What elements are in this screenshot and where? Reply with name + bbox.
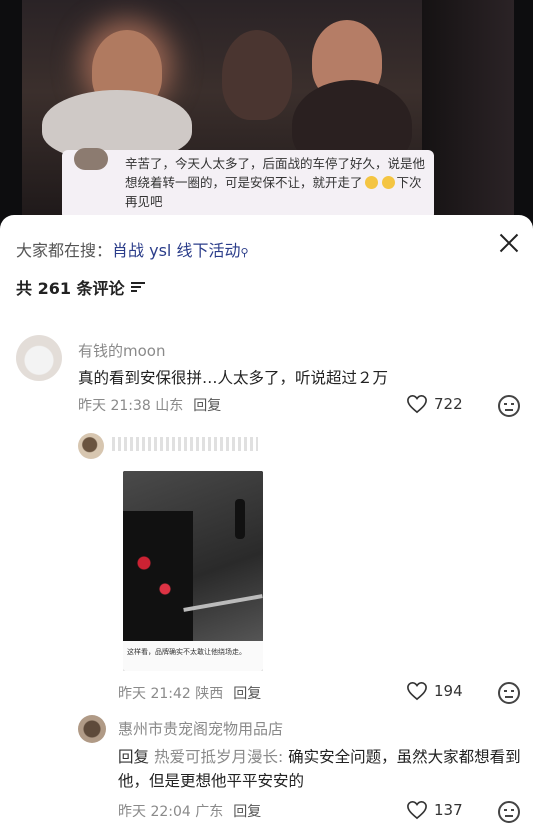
search-suggestion[interactable]: 大家都在搜：肖战 ysl 线下活动⚲ <box>16 237 249 261</box>
close-icon[interactable] <box>499 233 519 253</box>
comment-meta: 昨天 22:04 广东 回复 <box>118 801 261 821</box>
comment-image[interactable]: 这样看，品牌确实不太敢让他绕场走。 <box>123 471 263 671</box>
video-caption-text: 辛苦了，今天人太多了，后面战的车停了好久，说是他想绕着转一圈的，可是安保不让，就… <box>125 154 425 211</box>
dislike-face-icon[interactable] <box>498 801 520 823</box>
comment-username[interactable]: 有钱的moon <box>78 340 165 361</box>
like-count: 722 <box>434 395 463 413</box>
comment-text: 真的看到安保很拼…人太多了，听说超过２万 <box>78 369 389 387</box>
caption-avatar <box>74 148 108 170</box>
comment-username[interactable]: 惠州市贵宠阁宠物用品店 <box>118 718 283 739</box>
comment-count-header: 共 261 条评论 <box>16 275 145 299</box>
sort-filter-icon[interactable] <box>130 281 145 293</box>
reply-prefix: 回复 <box>118 748 150 766</box>
comment-time-location: 昨天 21:38 山东 <box>78 398 184 414</box>
blurred-username <box>112 437 258 451</box>
photo-figure <box>235 499 245 539</box>
avatar[interactable] <box>78 715 106 743</box>
comment-meta: 昨天 21:42 陕西 回复 <box>118 683 261 703</box>
like-count: 194 <box>434 682 463 700</box>
comment-time-location: 昨天 22:04 广东 <box>118 804 224 820</box>
image-caption: 这样看，品牌确实不太敢让他绕场走。 <box>123 641 263 671</box>
reply-button[interactable]: 回复 <box>233 686 261 702</box>
caption-main: 辛苦了，今天人太多了，后面战的车停了好久，说是他想绕着转一圈的，可是安保不让，就… <box>125 156 426 190</box>
reply-button[interactable]: 回复 <box>193 398 221 414</box>
comment-meta: 昨天 21:38 山东 回复 <box>78 395 221 415</box>
heart-icon <box>407 800 427 820</box>
smile-emoji-icon <box>364 176 378 189</box>
comment-count: 共 261 条评论 <box>16 279 125 298</box>
search-keyword-link[interactable]: 肖战 ysl 线下活动 <box>112 241 240 260</box>
smile-emoji-icon-2 <box>381 176 395 189</box>
dislike-face-icon[interactable] <box>498 682 520 704</box>
search-icon: ⚲ <box>240 246 249 259</box>
heart-icon <box>407 681 427 701</box>
reply-button[interactable]: 回复 <box>233 804 261 820</box>
like-button[interactable]: 722 <box>406 394 463 414</box>
dislike-face-icon[interactable] <box>498 395 520 417</box>
video-player[interactable]: 辛苦了，今天人太多了，后面战的车停了好久，说是他想绕着转一圈的，可是安保不让，就… <box>0 0 533 230</box>
like-count: 137 <box>434 801 463 819</box>
video-person-middle <box>222 30 292 120</box>
video-car-door <box>422 0 514 230</box>
comments-sheet: 大家都在搜：肖战 ysl 线下活动⚲ 共 261 条评论 有钱的moon 真的看… <box>0 215 533 824</box>
avatar[interactable] <box>78 433 104 459</box>
search-prefix: 大家都在搜： <box>16 241 113 260</box>
avatar[interactable] <box>16 335 62 381</box>
like-button[interactable]: 137 <box>406 800 463 820</box>
video-caption-bubble: 辛苦了，今天人太多了，后面战的车停了好久，说是他想绕着转一圈的，可是安保不让，就… <box>62 148 434 220</box>
comment-text: 回复 热爱可抵岁月漫长: 确实安全问题，虽然大家都想看到他，但是更想他平平安安的 <box>118 745 522 793</box>
heart-icon <box>407 394 427 414</box>
reply-to-user[interactable]: 热爱可抵岁月漫长: <box>154 748 283 766</box>
comment-time-location: 昨天 21:42 陕西 <box>118 686 224 702</box>
photo-crowd <box>123 511 193 641</box>
like-button[interactable]: 194 <box>406 681 463 701</box>
